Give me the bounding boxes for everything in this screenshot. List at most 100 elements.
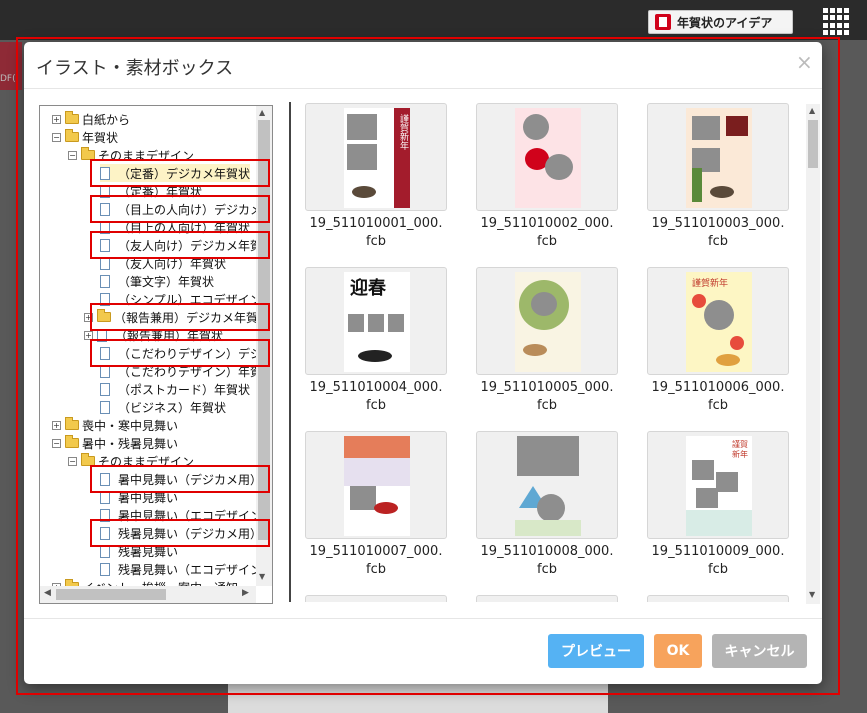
tree-item[interactable]: （こだわりデザイン）年賀 [100, 362, 262, 380]
expand-icon[interactable]: + [52, 420, 61, 430]
expand-icon[interactable]: + [84, 312, 93, 322]
illustration-material-box-dialog: イラスト・素材ボックス × +イベント・挨拶・案内・通知残暑見舞い（エコデザイン… [24, 42, 822, 684]
scroll-up-icon[interactable]: ▲ [259, 108, 265, 117]
tree-item-label: （こだわりデザイン）年賀 [118, 364, 263, 379]
ok-button[interactable]: OK [654, 634, 702, 668]
thumbnail-card[interactable]: 謹賀新年 19_511010001_000. fcb [305, 103, 447, 251]
thumbnail-scrollbar[interactable]: ▲ ▼ [806, 104, 820, 604]
thumbnail-card[interactable] [647, 595, 789, 602]
tree-item[interactable]: （筆文字）年賀状 [100, 272, 214, 290]
tree-item[interactable]: 暑中見舞い [100, 488, 178, 506]
tree-item-label: （目上の人向け）年賀状 [118, 220, 251, 235]
document-icon [100, 364, 110, 378]
tree-item[interactable]: （友人向け）年賀状 [100, 254, 226, 272]
tree-item-label: （こだわりデザイン）デジ [118, 346, 263, 361]
thumbnail-image[interactable] [476, 431, 618, 539]
thumbnail-image[interactable] [476, 103, 618, 211]
tree-item-label: そのままデザイン [98, 454, 195, 469]
tree-item[interactable]: （目上の人向け）年賀状 [100, 218, 250, 236]
tree-item-label: （定番）デジカメ年賀状 [118, 166, 251, 181]
tree-item[interactable]: − そのままデザイン [68, 146, 194, 164]
footer-divider [24, 618, 822, 619]
tree-item[interactable]: 暑中見舞い（エコデザイン [100, 506, 262, 524]
thumbnail-image[interactable] [647, 595, 789, 602]
scroll-down-icon[interactable]: ▼ [809, 590, 815, 599]
tree-item[interactable]: 残暑見舞い（エコデザイン [100, 560, 262, 578]
tree-vertical-scrollbar[interactable]: ▲ ▼ [256, 106, 272, 586]
thumbnail-card[interactable] [476, 595, 618, 602]
close-icon[interactable]: × [796, 50, 813, 74]
thumbnail-image[interactable]: 謹賀新年 [305, 103, 447, 211]
tree-item[interactable]: （ポストカード）年賀状 [100, 380, 250, 398]
thumbnail-card[interactable]: 19_511010008_000. fcb [476, 431, 618, 579]
scroll-down-icon[interactable]: ▼ [259, 572, 265, 581]
expand-icon[interactable]: + [52, 114, 61, 124]
thumbnail-card[interactable] [305, 595, 447, 602]
tree-item[interactable]: − そのままデザイン [68, 452, 194, 470]
thumbnail-image[interactable] [476, 267, 618, 375]
tree-item[interactable]: （ビジネス）年賀状 [100, 398, 226, 416]
tree-item[interactable]: + 白紙から [52, 110, 130, 128]
collapse-icon[interactable]: − [52, 132, 61, 142]
thumbnail-image[interactable] [476, 595, 618, 602]
scroll-right-icon[interactable]: ▶ [242, 588, 249, 598]
tree-scroll-thumb[interactable] [258, 120, 270, 540]
tree-item[interactable]: − 年賀状 [52, 128, 118, 146]
preview-button[interactable]: プレビュー [548, 634, 644, 668]
tree-item[interactable]: （シンプル）エコデザイン [100, 290, 262, 308]
thumbnail-card[interactable]: 19_511010007_000. fcb [305, 431, 447, 579]
tree-horizontal-scrollbar[interactable]: ◀ ▶ [40, 586, 256, 603]
thumbnail-filename: 19_511010002_000. fcb [480, 216, 614, 249]
tree-item[interactable]: （友人向け）デジカメ年賀 [100, 236, 262, 254]
thumbnail-card[interactable]: 19_511010003_000. fcb [647, 103, 789, 251]
thumbnail-image[interactable] [305, 431, 447, 539]
collapse-icon[interactable]: − [52, 438, 61, 448]
document-icon [100, 220, 110, 234]
thumbnail-scroll-thumb[interactable] [808, 120, 818, 168]
thumbnail-filename: 19_511010006_000. fcb [651, 380, 785, 413]
document-icon [100, 202, 110, 216]
tree-item-label: 白紙から [82, 112, 131, 127]
app-grid-icon[interactable] [823, 8, 850, 35]
thumbnail-image[interactable] [647, 103, 789, 211]
thumbnail-card[interactable]: 謹賀新年 19_511010009_000. fcb [647, 431, 789, 579]
tree-item[interactable]: 残暑見舞い（デジカメ用） [100, 524, 262, 542]
tree-item[interactable]: 残暑見舞い [100, 542, 178, 560]
tree-item[interactable]: + （報告兼用）年賀状 [84, 326, 223, 344]
thumbnail-image[interactable]: 謹賀新年 [647, 431, 789, 539]
card-icon [655, 14, 671, 30]
document-icon [100, 472, 110, 486]
document-icon [100, 544, 110, 558]
expand-icon[interactable]: + [84, 330, 93, 340]
panel-divider[interactable] [289, 102, 291, 602]
thumbnail-grid: 謹賀新年 19_511010001_000. fcb 19_511010002_… [304, 102, 804, 602]
tree-item[interactable]: − 暑中・残暑見舞い [52, 434, 178, 452]
tree-item[interactable]: （定番）デジカメ年賀状 [100, 164, 251, 182]
tree-item[interactable]: + （報告兼用）デジカメ年賀 [84, 308, 258, 326]
thumbnail-card[interactable]: 19_511010002_000. fcb [476, 103, 618, 251]
tree-item[interactable]: + 喪中・寒中見舞い [52, 416, 178, 434]
tree-item-label: 年賀状 [82, 130, 119, 145]
thumbnail-card[interactable]: 謹賀新年 19_511010006_000. fcb [647, 267, 789, 415]
tree-hscroll-thumb[interactable] [56, 589, 166, 600]
thumbnail-card[interactable]: 19_511010005_000. fcb [476, 267, 618, 415]
new-year-idea-button[interactable]: 年賀状のアイデア [648, 10, 793, 34]
collapse-icon[interactable]: − [68, 150, 77, 160]
scroll-up-icon[interactable]: ▲ [809, 106, 815, 115]
cancel-button[interactable]: キャンセル [712, 634, 807, 668]
tree-item[interactable]: 暑中見舞い（デジカメ用） [100, 470, 262, 488]
tree-item[interactable]: （こだわりデザイン）デジ [100, 344, 262, 362]
tree-item[interactable]: （定番）年賀状 [100, 182, 202, 200]
kinga-card-text: 謹賀新年 [398, 114, 408, 150]
thumbnail-image[interactable]: 謹賀新年 [647, 267, 789, 375]
collapse-icon[interactable]: − [68, 456, 77, 466]
folder-icon [65, 129, 79, 142]
thumbnail-image[interactable]: 迎春 [305, 267, 447, 375]
thumbnail-image[interactable] [305, 595, 447, 602]
tree-item-label: 残暑見舞い（エコデザイン [118, 562, 263, 577]
scroll-left-icon[interactable]: ◀ [44, 588, 51, 598]
document-icon [100, 184, 110, 198]
tree-item[interactable]: （目上の人向け）デジカメ [100, 200, 262, 218]
thumbnail-card[interactable]: 迎春 19_511010004_000. fcb [305, 267, 447, 415]
folder-icon [65, 111, 79, 124]
